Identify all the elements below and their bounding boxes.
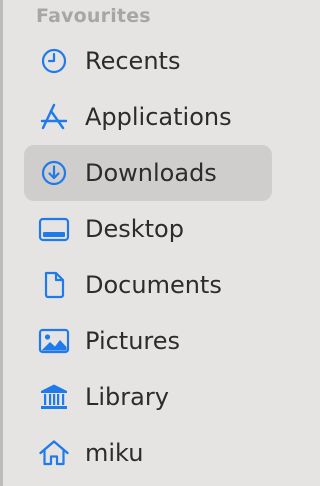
pictures-icon xyxy=(38,327,70,355)
applications-icon xyxy=(38,103,70,131)
library-icon xyxy=(38,383,70,411)
sidebar-item-documents[interactable]: Documents xyxy=(24,257,272,313)
sidebar-item-downloads[interactable]: Downloads xyxy=(24,145,272,201)
sidebar-item-label: Recents xyxy=(85,47,181,75)
sidebar-item-home[interactable]: miku xyxy=(24,425,272,481)
desktop-icon xyxy=(38,215,70,243)
sidebar-item-label: Desktop xyxy=(85,215,184,243)
sidebar-item-library[interactable]: Library xyxy=(24,369,272,425)
finder-sidebar: Favourites Recents Applications Download… xyxy=(0,0,294,486)
sidebar-item-label: Downloads xyxy=(85,159,217,187)
sidebar-left-border xyxy=(0,0,3,486)
document-icon xyxy=(38,271,70,299)
home-icon xyxy=(38,439,70,467)
sidebar-item-desktop[interactable]: Desktop xyxy=(24,201,272,257)
sidebar-item-applications[interactable]: Applications xyxy=(24,89,272,145)
sidebar-item-label: miku xyxy=(85,439,144,467)
sidebar-item-label: Pictures xyxy=(85,327,181,355)
sidebar-item-label: Applications xyxy=(85,103,232,131)
download-icon xyxy=(38,159,70,187)
sidebar-item-pictures[interactable]: Pictures xyxy=(24,313,272,369)
sidebar-item-recents[interactable]: Recents xyxy=(24,33,272,89)
section-header-favourites: Favourites xyxy=(36,5,151,27)
clock-icon xyxy=(38,47,70,75)
sidebar-item-label: Documents xyxy=(85,271,222,299)
sidebar-item-label: Library xyxy=(85,383,169,411)
